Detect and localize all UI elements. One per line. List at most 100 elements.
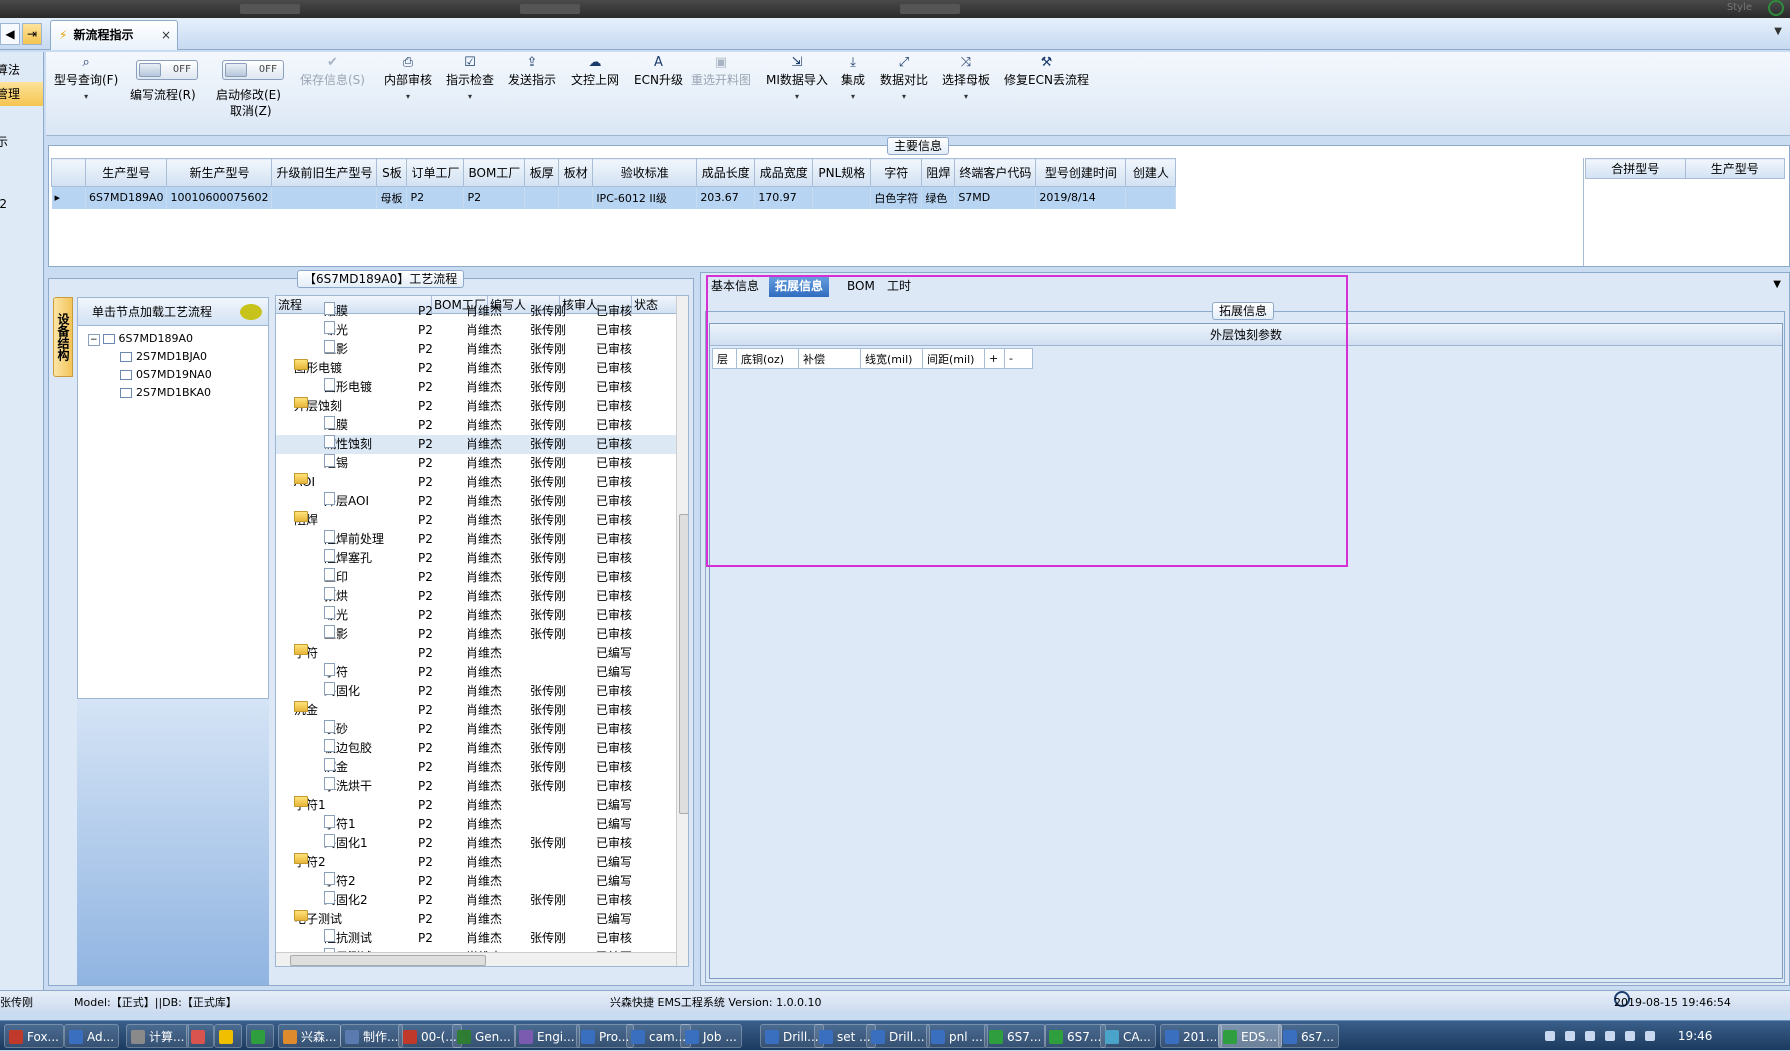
flow-row[interactable]: −字符2 P2 肖维杰 已编写 [276, 853, 676, 872]
flow-row[interactable]: 沉金 P2 肖维杰 张传刚 已审核 [276, 758, 676, 777]
col-header[interactable]: 终端客户代码 [954, 158, 1037, 187]
left-nav-item-selected[interactable]: 管理 [0, 82, 43, 106]
cancel-modify-label[interactable]: 取消(Z) [230, 102, 272, 119]
nav-pin-button[interactable]: ⇥ [22, 23, 42, 45]
col-header[interactable]: 合拼型号 [1585, 158, 1686, 179]
scroll-thumb[interactable] [679, 514, 688, 814]
table-cell[interactable]: 母板 [376, 186, 408, 209]
data-compare-button[interactable]: ⤢ 数据对比 ▾ [880, 52, 928, 101]
taskbar-item[interactable] [214, 1024, 242, 1048]
col-header[interactable]: S板 [376, 158, 408, 187]
flow-row[interactable]: 喷砂 P2 肖维杰 张传刚 已审核 [276, 720, 676, 739]
table-cell[interactable]: 203.67 [696, 186, 756, 209]
flow-row[interactable]: 退锡 P2 肖维杰 张传刚 已审核 [276, 454, 676, 473]
flow-row[interactable]: 终固化2 P2 肖维杰 张传刚 已审核 [276, 891, 676, 910]
taskbar-item[interactable]: Ad... [64, 1024, 120, 1048]
table-cell[interactable]: 170.97 [754, 186, 814, 209]
flow-row[interactable]: 显影 P2 肖维杰 张传刚 已审核 [276, 625, 676, 644]
flow-row[interactable]: 阻焊前处理 P2 肖维杰 张传刚 已审核 [276, 530, 676, 549]
reselect-cutting-drawing-button[interactable]: ▣ 重选开料图 [691, 52, 751, 88]
tab-list-dropdown-icon[interactable]: ▼ [1774, 26, 1782, 37]
tray-icon[interactable] [1545, 1031, 1555, 1041]
flow-row[interactable]: −外层蚀刻 P2 肖维杰 张传刚 已审核 [276, 397, 676, 416]
col-header[interactable]: 新生产型号 [166, 158, 273, 187]
flow-row[interactable]: 终固化 P2 肖维杰 张传刚 已审核 [276, 682, 676, 701]
taskbar-item[interactable] [246, 1024, 274, 1048]
taskbar-item[interactable]: 6S7... [984, 1024, 1047, 1048]
taskbar-item[interactable]: Gen... [452, 1024, 516, 1048]
mi-data-import-button[interactable]: ⇲ MI数据导入 ▾ [766, 52, 828, 101]
flag-icon[interactable] [1625, 1031, 1635, 1041]
taskbar-item[interactable]: 6s7... [1278, 1024, 1339, 1048]
left-nav-item[interactable] [0, 106, 43, 130]
ecn-upgrade-button[interactable]: A ECN升级 [634, 52, 683, 88]
network-icon[interactable] [1585, 1031, 1595, 1041]
col-header[interactable]: 字符 [870, 158, 923, 187]
flow-row[interactable]: 终固化1 P2 肖维杰 张传刚 已审核 [276, 834, 676, 853]
table-cell[interactable]: IPC-6012 II级 [592, 186, 698, 209]
flow-row[interactable]: 字符 P2 肖维杰 已编写 [276, 663, 676, 682]
taskbar-item[interactable]: 制作... [340, 1024, 404, 1048]
tree-root-node[interactable]: −6S7MD189A0 [88, 332, 193, 346]
chevron-down-icon[interactable]: ▼ [1773, 279, 1781, 290]
flow-row[interactable]: 水洗烘干 P2 肖维杰 张传刚 已审核 [276, 777, 676, 796]
col-header[interactable]: BOM工厂 [463, 158, 526, 187]
flow-row[interactable]: 字符1 P2 肖维杰 已编写 [276, 815, 676, 834]
flow-row[interactable]: 板边包胶 P2 肖维杰 张传刚 已审核 [276, 739, 676, 758]
table-cell[interactable] [271, 186, 378, 209]
col-header[interactable]: 生产型号 [1684, 158, 1785, 179]
flow-row[interactable]: 外层AOI P2 肖维杰 张传刚 已审核 [276, 492, 676, 511]
internal-audit-button[interactable]: ⎙ 内部审核 ▾ [384, 52, 432, 101]
flow-row[interactable]: 预烘 P2 肖维杰 张传刚 已审核 [276, 587, 676, 606]
flow-row[interactable]: 字符2 P2 肖维杰 已编写 [276, 872, 676, 891]
volume-icon[interactable] [1605, 1031, 1615, 1041]
table-cell[interactable]: 6S7MD189A0 [85, 186, 168, 209]
col-header[interactable]: 成品长度 [696, 158, 756, 187]
col-header[interactable]: 型号创建时间 [1035, 158, 1127, 187]
flow-row[interactable]: 曝光 P2 肖维杰 张传刚 已审核 [276, 606, 676, 625]
tab-close-button[interactable]: × [161, 21, 171, 49]
taskbar-item[interactable]: EDS... [1218, 1024, 1282, 1048]
flow-row[interactable]: −AOI P2 肖维杰 张传刚 已审核 [276, 473, 676, 492]
table-cell[interactable]: 白色字符 [870, 186, 923, 209]
taskbar-item[interactable]: CA... [1100, 1024, 1156, 1048]
taskbar-item[interactable]: pnl ... [926, 1024, 988, 1048]
select-motherboard-button[interactable]: ⤨ 选择母板 ▾ [942, 52, 990, 101]
tab-new-flow-instruction[interactable]: ⚡ 新流程指示 × [50, 20, 178, 50]
taskbar-clock[interactable]: 19:46 [1678, 1029, 1713, 1043]
table-cell[interactable] [1125, 186, 1177, 209]
scroll-thumb[interactable] [290, 955, 486, 966]
table-cell[interactable]: P2 [463, 186, 526, 209]
flow-row[interactable]: −电子测试 P2 肖维杰 已编写 [276, 910, 676, 929]
model-query-button[interactable]: ⌕ 型号查询(F) ▾ [54, 52, 118, 101]
flow-row[interactable]: 丝印 P2 肖维杰 张传刚 已审核 [276, 568, 676, 587]
tree-child-node[interactable]: 0S7MD19NA0 [120, 368, 212, 381]
taskbar-item[interactable]: 201... [1160, 1024, 1223, 1048]
table-cell[interactable]: 10010600075602 [166, 186, 273, 209]
flow-row[interactable]: −图形电镀 P2 肖维杰 张传刚 已审核 [276, 359, 676, 378]
taskbar-item[interactable]: Drill... [866, 1024, 930, 1048]
tree-child-node[interactable]: 2S7MD1BKA0 [120, 386, 211, 399]
nav-back-button[interactable]: ◀ [0, 23, 20, 45]
taskbar-item[interactable]: 兴森... [278, 1024, 342, 1048]
flow-row[interactable]: −字符 P2 肖维杰 已编写 [276, 644, 676, 663]
vertical-scrollbar[interactable] [676, 296, 688, 966]
col-header[interactable]: 验收标准 [592, 158, 698, 187]
flow-row[interactable]: 贴膜 P2 肖维杰 张传刚 已审核 [276, 302, 676, 321]
node-checkbox[interactable] [120, 370, 132, 380]
tree-child-node[interactable]: 2S7MD1BJA0 [120, 350, 207, 363]
node-checkbox[interactable] [120, 352, 132, 362]
horizontal-scrollbar[interactable] [276, 952, 676, 966]
start-modify-toggle[interactable]: OFF [222, 60, 284, 80]
flow-row[interactable]: 显影 P2 肖维杰 张传刚 已审核 [276, 340, 676, 359]
instruction-check-button[interactable]: ☑ 指示检查 ▾ [446, 52, 494, 101]
flow-row[interactable]: 碱性蚀刻 P2 肖维杰 张传刚 已审核 [276, 435, 676, 454]
taskbar-item[interactable] [186, 1024, 214, 1048]
save-info-button[interactable]: ✔ 保存信息(S) [300, 52, 365, 88]
table-cell[interactable]: 2019/8/14 [1035, 186, 1127, 209]
flow-row[interactable]: −阻焊 P2 肖维杰 张传刚 已审核 [276, 511, 676, 530]
flow-row[interactable]: 图形电镀 P2 肖维杰 张传刚 已审核 [276, 378, 676, 397]
send-instruction-button[interactable]: ⇪ 发送指示 [508, 52, 556, 88]
table-cell[interactable]: 绿色 [921, 186, 956, 209]
taskbar-item[interactable]: 6S7... [1044, 1024, 1107, 1048]
